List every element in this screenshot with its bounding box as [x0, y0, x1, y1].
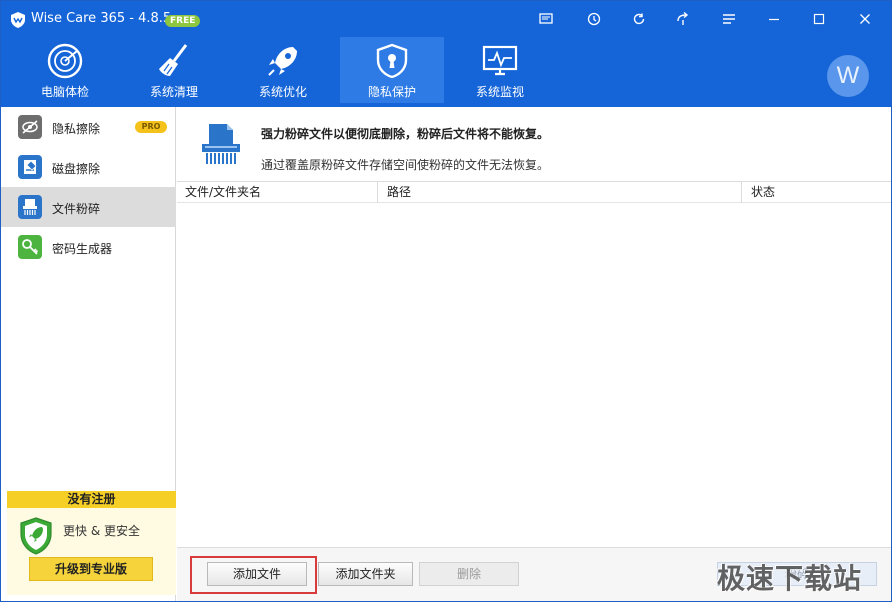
column-divider[interactable]	[377, 182, 378, 203]
broom-icon	[159, 44, 188, 76]
column-header-name[interactable]: 文件/文件夹名	[177, 182, 377, 203]
file-list[interactable]	[177, 203, 891, 547]
tab-system-optimize[interactable]: 系统优化	[231, 37, 335, 103]
minimize-button[interactable]	[764, 9, 784, 29]
restore-icon[interactable]	[585, 11, 603, 27]
sidebar-item-disk-eraser[interactable]: 磁盘擦除	[1, 147, 176, 187]
menu-icon[interactable]	[720, 11, 738, 27]
tab-pc-checkup[interactable]: 电脑体检	[13, 37, 117, 103]
add-file-button[interactable]: 添加文件	[207, 562, 307, 586]
shredder-icon	[18, 195, 42, 219]
info-subtitle: 通过覆盖原粉碎文件存储空间使粉碎的文件无法恢复。	[261, 158, 550, 172]
tab-label: 系统清理	[149, 85, 198, 99]
add-folder-button[interactable]: 添加文件夹	[318, 562, 413, 586]
sidebar-item-file-shredder[interactable]: 文件粉碎	[1, 187, 176, 227]
table-header: 文件/文件夹名 路径 状态	[177, 181, 891, 203]
column-divider[interactable]	[741, 182, 742, 203]
register-heading: 没有注册	[7, 491, 176, 508]
tab-label: 隐私保护	[367, 85, 416, 99]
radar-icon	[47, 43, 83, 79]
rocket-icon	[268, 47, 297, 76]
delete-button[interactable]: 删除	[419, 562, 519, 586]
title-bar[interactable]: Wise Care 365 - 4.8.5 FREE	[1, 1, 891, 37]
column-header-path[interactable]: 路径	[379, 182, 739, 203]
tab-label: 系统优化	[258, 85, 307, 99]
shield-lock-icon	[376, 43, 408, 79]
sidebar-item-label: 隐私擦除	[52, 122, 101, 136]
column-header-status[interactable]: 状态	[743, 182, 883, 203]
sidebar: 隐私擦除 PRO 磁盘擦除 文件粉碎 密码生成器 没有注册 更快 & 更安全 升…	[1, 107, 176, 601]
share-icon[interactable]	[674, 11, 692, 27]
tab-label: 电脑体检	[40, 85, 89, 99]
main-panel: 强力粉碎文件以便彻底删除，粉碎后文件将不能恢复。 通过覆盖原粉碎文件存储空间使粉…	[177, 107, 891, 601]
maximize-button[interactable]	[809, 9, 829, 29]
info-banner: 强力粉碎文件以便彻底删除，粉碎后文件将不能恢复。 通过覆盖原粉碎文件存储空间使粉…	[177, 107, 891, 181]
avatar[interactable]: W	[827, 55, 869, 97]
close-button[interactable]	[855, 9, 875, 29]
header: Wise Care 365 - 4.8.5 FREE 电脑体检 系统清理 系统优…	[1, 1, 891, 107]
tab-label: 系统监视	[475, 85, 524, 99]
eye-slash-icon	[18, 115, 42, 139]
register-panel: 没有注册 更快 & 更安全 升级到专业版	[7, 491, 176, 595]
app-logo-icon	[11, 12, 25, 28]
tab-privacy-protection[interactable]: 隐私保护	[340, 37, 444, 103]
sidebar-item-label: 磁盘擦除	[52, 162, 101, 176]
tab-system-monitor[interactable]: 系统监视	[448, 37, 552, 103]
shield-rocket-icon	[20, 517, 52, 555]
app-window: Wise Care 365 - 4.8.5 FREE 电脑体检 系统清理 系统优…	[0, 0, 892, 602]
sidebar-item-label: 密码生成器	[52, 242, 113, 256]
file-shredder-icon	[202, 124, 240, 164]
pro-badge: PRO	[135, 121, 167, 133]
tab-system-cleanup[interactable]: 系统清理	[122, 37, 226, 103]
sidebar-item-privacy-eraser[interactable]: 隐私擦除 PRO	[1, 107, 176, 147]
register-tagline: 更快 & 更安全	[63, 524, 140, 538]
edition-badge: FREE	[165, 15, 201, 27]
monitor-icon	[482, 45, 518, 76]
message-icon[interactable]	[537, 11, 555, 27]
sidebar-item-label: 文件粉碎	[52, 202, 101, 216]
disk-eraser-icon	[18, 155, 42, 179]
key-icon	[18, 235, 42, 259]
upgrade-button[interactable]: 升级到专业版	[29, 557, 153, 581]
sidebar-item-password-generator[interactable]: 密码生成器	[1, 227, 176, 267]
watermark: 极速下载站	[717, 562, 863, 595]
info-title: 强力粉碎文件以便彻底删除，粉碎后文件将不能恢复。	[261, 127, 550, 141]
refresh-icon[interactable]	[630, 11, 648, 27]
app-title: Wise Care 365 - 4.8.5	[31, 11, 172, 26]
